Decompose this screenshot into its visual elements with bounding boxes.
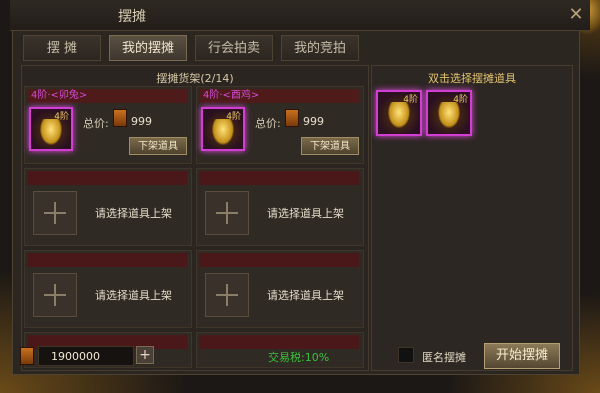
close-icon[interactable]: ✕ xyxy=(564,4,588,26)
bottom-bar: 1900000 + 交易税:10% 匿名摆摊 开始摆摊 xyxy=(12,341,578,373)
anonymous-label: 匿名摆摊 xyxy=(422,351,466,364)
start-stall-button[interactable]: 开始摆摊 xyxy=(484,343,560,369)
gold-amount: 1900000 xyxy=(38,346,134,366)
delist-button[interactable]: 下架道具 xyxy=(301,137,359,155)
item-figure xyxy=(40,119,62,145)
price-label: 总价: xyxy=(255,117,281,130)
slot-header: 4阶·<酉鸡> xyxy=(199,89,359,103)
plus-icon[interactable] xyxy=(205,191,249,235)
golden-rooster-icon[interactable]: 4阶 xyxy=(201,107,245,151)
empty-slot-text: 请选择道具上架 xyxy=(267,207,344,220)
slot-header xyxy=(199,253,359,267)
price-value: 999 xyxy=(131,115,152,128)
window-frame: 摆摊 ✕ 摆 摊 我的摆摊 行会拍卖 我的竞拍 摆摊货架(2/14) 4阶·<卯… xyxy=(0,0,600,393)
empty-slot-text: 请选择道具上架 xyxy=(95,289,172,302)
plus-icon[interactable] xyxy=(33,273,77,317)
slot-header xyxy=(199,171,359,185)
token-icon xyxy=(20,347,34,365)
golden-monkey-icon[interactable]: 4阶 xyxy=(376,90,422,136)
empty-slot[interactable]: 请选择道具上架 xyxy=(24,168,192,246)
item-figure xyxy=(212,119,234,145)
inventory-title: 双击选择摆摊道具 xyxy=(428,72,516,85)
plus-icon[interactable] xyxy=(205,273,249,317)
item-name: 4阶·<卯兔> xyxy=(31,90,88,101)
item-figure xyxy=(388,102,410,128)
empty-slot[interactable]: 请选择道具上架 xyxy=(196,168,364,246)
delist-button[interactable]: 下架道具 xyxy=(129,137,187,155)
tax-text: 交易税:10% xyxy=(268,351,330,364)
plus-icon[interactable] xyxy=(33,191,77,235)
tab-my-stall[interactable]: 我的摆摊 xyxy=(109,35,187,61)
tab-stall[interactable]: 摆 摊 xyxy=(23,35,101,61)
title-bar: 摆摊 ✕ xyxy=(10,0,590,31)
main-panel: 摆 摊 我的摆摊 行会拍卖 我的竞拍 摆摊货架(2/14) 4阶·<卯兔> 4阶… xyxy=(12,30,580,375)
slot-header: 4阶·<卯兔> xyxy=(27,89,187,103)
listed-slot[interactable]: 4阶·<卯兔> 4阶 总价: 999 下架道具 xyxy=(24,86,192,164)
golden-rabbit-icon[interactable]: 4阶 xyxy=(29,107,73,151)
inventory-panel: 双击选择摆摊道具 4阶 4阶 xyxy=(371,65,573,371)
tab-guild-auction[interactable]: 行会拍卖 xyxy=(195,35,273,61)
listed-slot[interactable]: 4阶·<酉鸡> 4阶 总价: 999 下架道具 xyxy=(196,86,364,164)
add-gold-button[interactable]: + xyxy=(136,346,154,364)
item-name: 4阶·<酉鸡> xyxy=(203,90,260,101)
empty-slot-text: 请选择道具上架 xyxy=(95,207,172,220)
price-label: 总价: xyxy=(83,117,109,130)
token-icon xyxy=(113,109,127,127)
empty-slot[interactable]: 请选择道具上架 xyxy=(24,250,192,328)
shelf-title: 摆摊货架(2/14) xyxy=(156,72,234,85)
anonymous-checkbox[interactable] xyxy=(398,347,414,363)
token-icon xyxy=(285,109,299,127)
empty-slot-text: 请选择道具上架 xyxy=(267,289,344,302)
slot-header xyxy=(27,253,187,267)
stall-shelf: 摆摊货架(2/14) 4阶·<卯兔> 4阶 总价: 999 下架道具 4阶·<酉… xyxy=(21,65,369,371)
tab-my-bids[interactable]: 我的竞拍 xyxy=(281,35,359,61)
item-figure xyxy=(438,102,460,128)
slot-header xyxy=(27,171,187,185)
golden-dog-icon[interactable]: 4阶 xyxy=(426,90,472,136)
empty-slot[interactable]: 请选择道具上架 xyxy=(196,250,364,328)
price-value: 999 xyxy=(303,115,324,128)
window-title: 摆摊 xyxy=(118,9,146,25)
